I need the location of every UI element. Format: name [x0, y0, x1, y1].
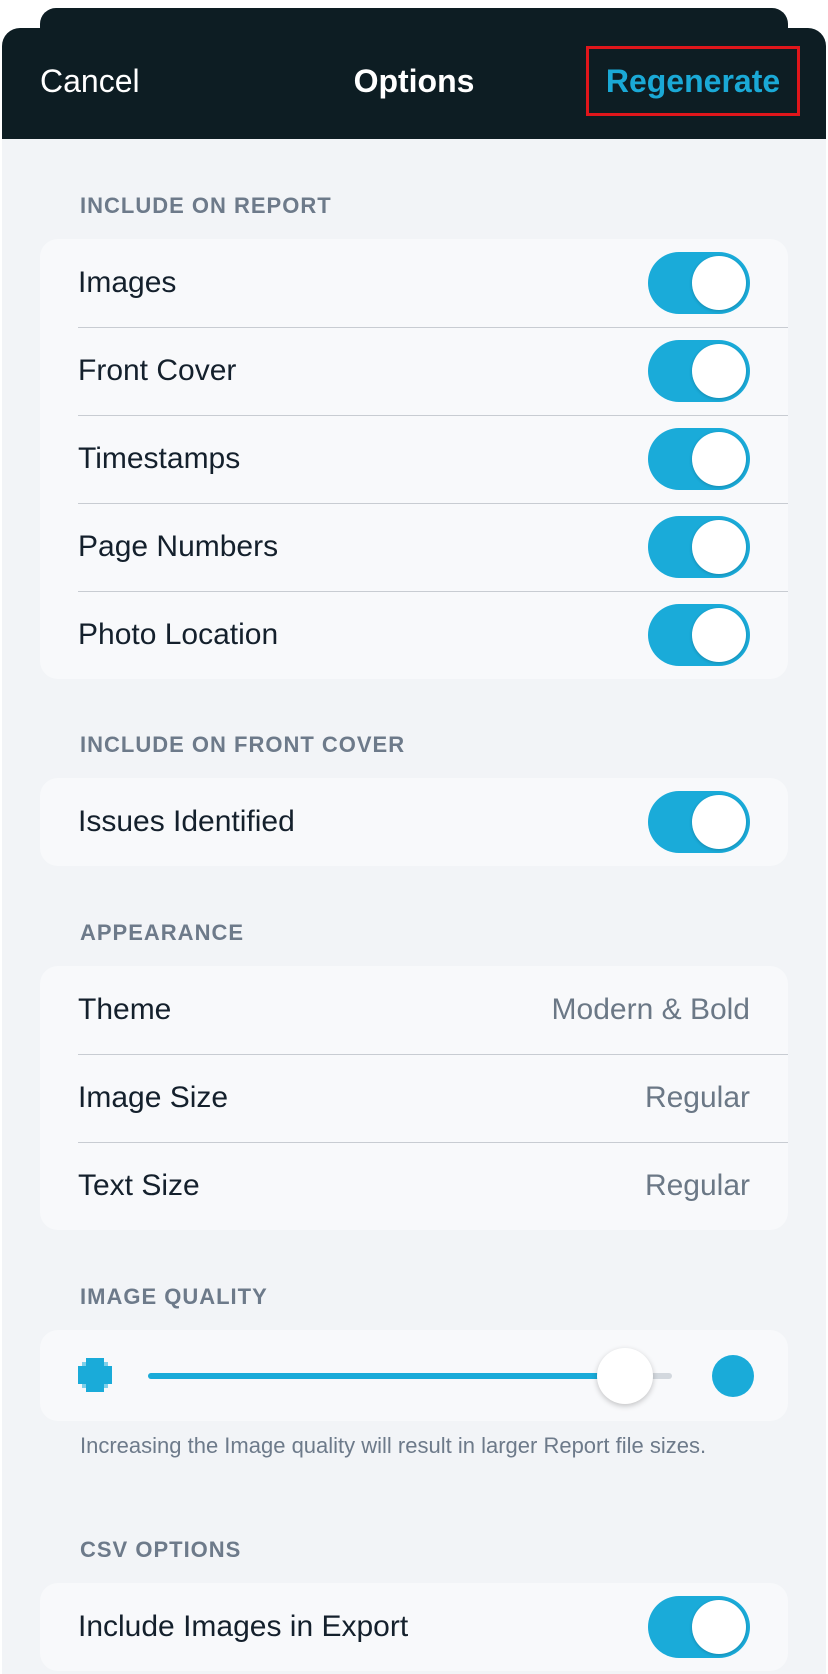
- image-quality-slider-thumb[interactable]: [596, 1348, 653, 1404]
- row-include-images-in-export: Include Images in Export: [40, 1583, 788, 1671]
- row-label: Photo Location: [78, 618, 279, 651]
- timestamps-toggle[interactable]: [648, 428, 750, 490]
- row-timestamps: Timestamps: [40, 415, 788, 503]
- row-label: Front Cover: [78, 354, 237, 387]
- include-on-report-group: Images Front Cover Timestamps Page Numbe…: [40, 239, 788, 679]
- image-quality-group: [40, 1330, 788, 1421]
- image-quality-slider-track[interactable]: [148, 1348, 672, 1404]
- toggle-knob: [692, 608, 746, 662]
- high-quality-dot-icon: [712, 1355, 754, 1397]
- front-cover-toggle[interactable]: [648, 340, 750, 402]
- issues-identified-toggle[interactable]: [648, 791, 750, 853]
- theme-value: Modern & Bold: [551, 993, 750, 1026]
- text-size-value: Regular: [644, 1169, 750, 1202]
- row-images: Images: [40, 239, 788, 327]
- section-header-csv-options: CSV OPTIONS: [80, 1537, 242, 1562]
- low-quality-pixel-icon: [78, 1358, 112, 1392]
- row-label: Theme: [78, 993, 172, 1026]
- options-sheet: Cancel Options Regenerate INCLUDE ON REP…: [2, 28, 826, 1674]
- navigation-bar: Cancel Options Regenerate: [2, 28, 826, 139]
- row-photo-location: Photo Location: [40, 591, 788, 679]
- section-header-image-quality: IMAGE QUALITY: [80, 1284, 268, 1309]
- toggle-knob: [692, 795, 746, 849]
- section-header-include-on-report: INCLUDE ON REPORT: [80, 193, 332, 218]
- image-quality-footnote: Increasing the Image quality will result…: [80, 1433, 707, 1458]
- toggle-knob: [692, 344, 746, 398]
- regenerate-label: Regenerate: [605, 62, 781, 99]
- row-issues-identified: Issues Identified: [40, 778, 788, 866]
- toggle-knob: [692, 1600, 746, 1654]
- row-label: Text Size: [78, 1169, 200, 1202]
- section-header-appearance: APPEARANCE: [80, 920, 245, 945]
- row-label: Images: [78, 266, 177, 299]
- row-front-cover: Front Cover: [40, 327, 788, 415]
- row-label: Page Numbers: [78, 530, 279, 563]
- regenerate-button[interactable]: Regenerate: [586, 46, 800, 116]
- row-label: Timestamps: [78, 442, 241, 475]
- csv-options-group: Include Images in Export: [40, 1583, 788, 1671]
- toggle-knob: [692, 520, 746, 574]
- row-page-numbers: Page Numbers: [40, 503, 788, 591]
- toggle-knob: [692, 432, 746, 486]
- row-theme[interactable]: Theme Modern & Bold: [40, 966, 788, 1054]
- image-size-value: Regular: [644, 1081, 750, 1114]
- row-label: Image Size: [78, 1081, 229, 1114]
- image-quality-slider-fill: [148, 1373, 625, 1379]
- photo-location-toggle[interactable]: [648, 604, 750, 666]
- row-text-size[interactable]: Text Size Regular: [40, 1142, 788, 1230]
- section-header-include-on-front-cover: INCLUDE ON FRONT COVER: [80, 732, 406, 757]
- row-label: Include Images in Export: [78, 1610, 409, 1643]
- include-on-front-cover-group: Issues Identified: [40, 778, 788, 866]
- row-image-size[interactable]: Image Size Regular: [40, 1054, 788, 1142]
- row-label: Issues Identified: [78, 805, 295, 838]
- toggle-knob: [692, 256, 746, 310]
- page-numbers-toggle[interactable]: [648, 516, 750, 578]
- appearance-group: Theme Modern & Bold Image Size Regular T…: [40, 966, 788, 1230]
- include-images-in-export-toggle[interactable]: [648, 1596, 750, 1658]
- images-toggle[interactable]: [648, 252, 750, 314]
